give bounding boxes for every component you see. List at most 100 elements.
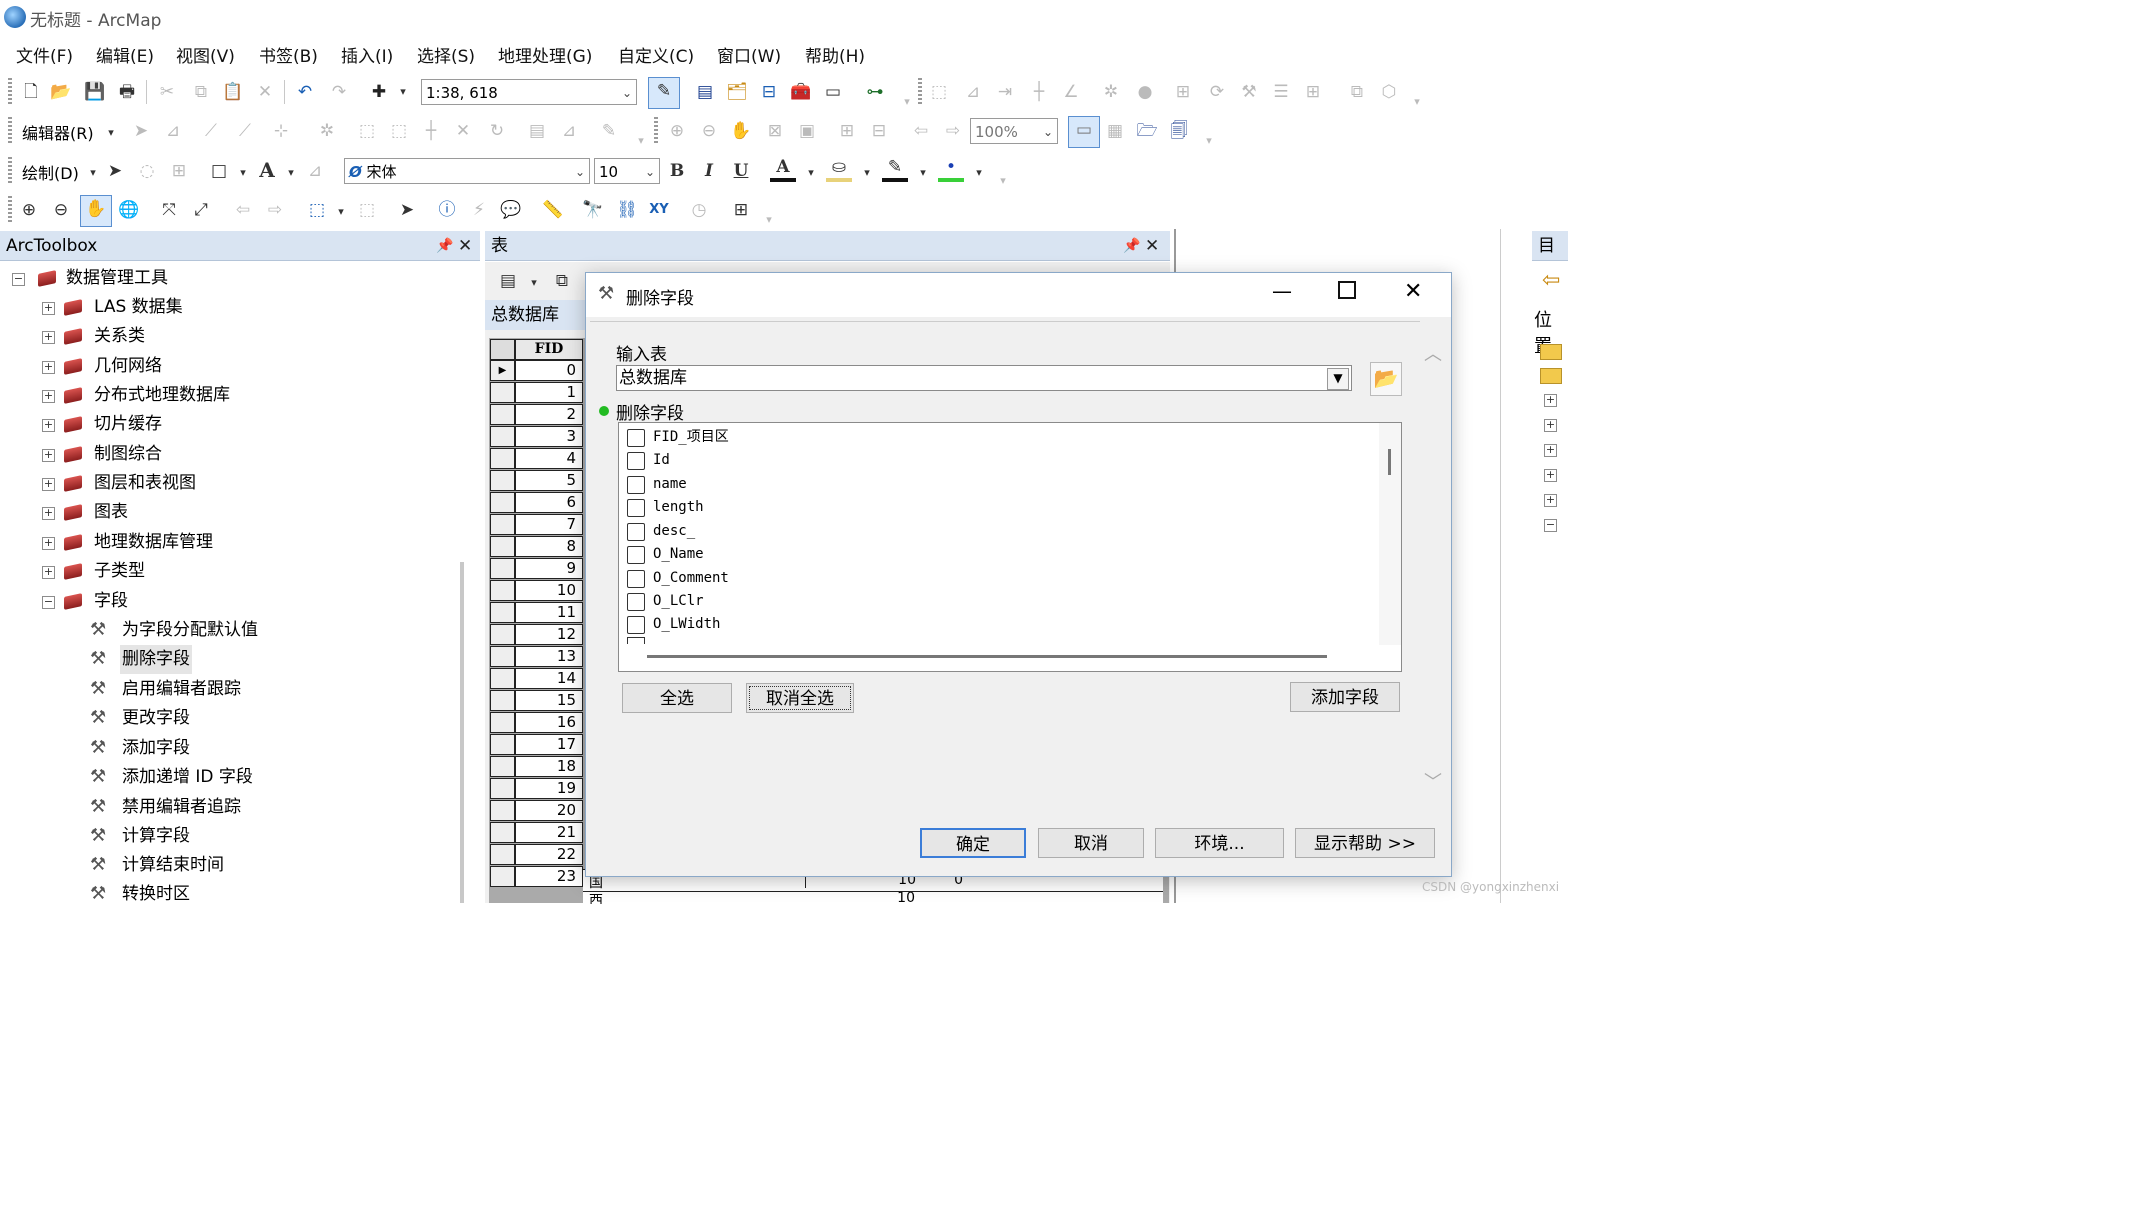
row-selector[interactable] xyxy=(490,580,515,601)
editor-toolbar-icon[interactable]: ✎ xyxy=(648,77,680,109)
select-elements-pointer-icon[interactable]: ➤ xyxy=(394,197,420,223)
fid-cell[interactable]: 19 xyxy=(515,778,583,799)
fid-cell[interactable]: 7 xyxy=(515,514,583,535)
row-selector[interactable] xyxy=(490,712,515,733)
chevron-down-icon[interactable]: ▾ xyxy=(98,120,124,146)
row-selector[interactable] xyxy=(490,558,515,579)
menu-help[interactable]: 帮助(H) xyxy=(805,42,865,67)
reshape-icon[interactable]: ⬚ xyxy=(354,118,380,144)
expand-icon[interactable]: + xyxy=(42,361,55,374)
scroll-down-icon[interactable]: ﹀ xyxy=(1424,768,1442,794)
rectangle-icon[interactable]: □ xyxy=(206,158,232,184)
maximize-icon[interactable] xyxy=(1338,281,1356,299)
edit-vertices-icon[interactable]: ⊿ xyxy=(160,118,186,144)
checkbox[interactable] xyxy=(627,499,645,517)
text-tool-icon[interactable]: A xyxy=(254,157,280,183)
row-selector[interactable] xyxy=(490,426,515,447)
row-selector[interactable] xyxy=(490,690,515,711)
add-field-button[interactable]: 添加字段 xyxy=(1290,682,1400,712)
row-selector[interactable] xyxy=(490,822,515,843)
editor-menu[interactable]: 编辑器(R) xyxy=(22,120,94,144)
select-by-rectangle-icon[interactable]: ⬚ xyxy=(304,197,330,223)
forward-extent-icon[interactable]: ⇨ xyxy=(940,118,966,144)
select-elements-icon[interactable]: ➤ xyxy=(102,158,128,184)
expand-icon[interactable]: + xyxy=(1544,469,1557,482)
fid-cell[interactable]: 8 xyxy=(515,536,583,557)
sparkle-icon[interactable]: ✲ xyxy=(1098,79,1124,105)
row-selector[interactable] xyxy=(490,800,515,821)
straight-segment-icon[interactable]: ⟋ xyxy=(198,118,224,144)
grid-icon[interactable]: ⊞ xyxy=(1300,79,1326,105)
data-driven-pages-icon[interactable]: 🗐 xyxy=(1166,118,1192,144)
fixed-zoom-in-icon[interactable]: ⤧ xyxy=(156,197,182,223)
search-window-icon[interactable]: ⊟ xyxy=(756,79,782,105)
chevron-down-icon[interactable]: ▾ xyxy=(1196,128,1222,154)
fid-cell[interactable]: 2 xyxy=(515,404,583,425)
go-forward-arrow-icon[interactable]: ⇨ xyxy=(262,197,288,223)
row-selector[interactable] xyxy=(490,756,515,777)
font-color-button[interactable]: A xyxy=(770,156,796,182)
fixed-zoom-out-icon[interactable]: ⊟ xyxy=(866,118,892,144)
fid-cell[interactable]: 5 xyxy=(515,470,583,491)
draw-menu[interactable]: 绘制(D) xyxy=(22,160,79,184)
checkbox[interactable] xyxy=(627,476,645,494)
dialog-vertical-scrollbar[interactable]: ︿ ﹀ xyxy=(1420,322,1444,812)
redo-icon[interactable]: ↷ xyxy=(326,79,352,105)
row-selector[interactable] xyxy=(490,514,515,535)
menu-selection[interactable]: 选择(S) xyxy=(417,42,475,67)
chevron-down-icon[interactable]: ▾ xyxy=(966,160,992,186)
unselect-all-button[interactable]: 取消全选 xyxy=(746,683,854,713)
menu-file[interactable]: 文件(F) xyxy=(16,42,73,67)
fid-cell[interactable]: 0 xyxy=(515,360,583,381)
related-tables-icon[interactable]: ⧉ xyxy=(549,268,575,294)
collapse-icon[interactable]: − xyxy=(12,273,25,286)
measure-ruler-icon[interactable]: 📏 xyxy=(540,197,566,223)
expand-icon[interactable]: + xyxy=(42,507,55,520)
toggle-draft-icon[interactable]: ▭ xyxy=(1068,116,1100,148)
menu-geoprocessing[interactable]: 地理处理(G) xyxy=(498,42,592,67)
copy-icon[interactable]: ⧉ xyxy=(188,79,214,105)
expand-icon[interactable]: + xyxy=(42,302,55,315)
tools-icon[interactable]: ⚒ xyxy=(1236,79,1262,105)
expand-icon[interactable]: + xyxy=(1544,494,1557,507)
chevron-down-icon[interactable]: ▾ xyxy=(798,160,824,186)
browse-folder-icon[interactable]: 📂 xyxy=(1370,362,1402,396)
table-of-contents-icon[interactable]: ▤ xyxy=(692,79,718,105)
row-selector[interactable] xyxy=(490,536,515,557)
layout-zoom-in-icon[interactable]: ⊕ xyxy=(664,118,690,144)
fixed-zoom-in-icon[interactable]: ⊞ xyxy=(834,118,860,144)
time-slider-icon[interactable]: ◷ xyxy=(686,197,712,223)
fid-cell[interactable]: 21 xyxy=(515,822,583,843)
checkbox[interactable] xyxy=(627,452,645,470)
row-selector[interactable] xyxy=(490,668,515,689)
expand-icon[interactable]: + xyxy=(1544,444,1557,457)
toolbar-grip[interactable] xyxy=(8,157,12,185)
pin-icon[interactable]: 📌 xyxy=(1123,231,1140,261)
fid-cell[interactable]: 6 xyxy=(515,492,583,513)
expand-icon[interactable]: + xyxy=(1544,419,1557,432)
endpoint-arc-icon[interactable]: ⟋ xyxy=(232,118,258,144)
split-tool-icon[interactable]: ✲ xyxy=(314,118,340,144)
row-selector[interactable] xyxy=(490,602,515,623)
shape-icon[interactable]: ⬡ xyxy=(1376,79,1402,105)
cut-polygon-icon[interactable]: ⬚ xyxy=(386,118,412,144)
checkbox[interactable] xyxy=(627,523,645,541)
expand-icon[interactable]: + xyxy=(42,331,55,344)
checkbox[interactable] xyxy=(627,570,645,588)
undo-icon[interactable]: ↶ xyxy=(292,79,318,105)
expand-icon[interactable]: + xyxy=(42,449,55,462)
fid-column-header[interactable]: FID xyxy=(515,339,583,360)
zoom-in-icon[interactable]: ⊕ xyxy=(16,197,42,223)
menu-windows[interactable]: 窗口(W) xyxy=(717,42,781,67)
row-selector[interactable] xyxy=(490,624,515,645)
expand-icon[interactable]: + xyxy=(42,390,55,403)
delete-icon[interactable]: ✕ xyxy=(252,79,278,105)
add-data-icon[interactable]: ✚ xyxy=(366,79,392,105)
chevron-down-icon[interactable]: ▾ xyxy=(910,160,936,186)
marker-color-icon[interactable]: • xyxy=(938,156,964,182)
print-icon[interactable]: 🖶 xyxy=(114,79,140,105)
html-popup-icon[interactable]: 💬 xyxy=(498,197,524,223)
cut-icon[interactable]: ✂ xyxy=(154,79,180,105)
zoom-out-icon[interactable]: ⊖ xyxy=(48,197,74,223)
toolbar-grip[interactable] xyxy=(918,78,922,106)
